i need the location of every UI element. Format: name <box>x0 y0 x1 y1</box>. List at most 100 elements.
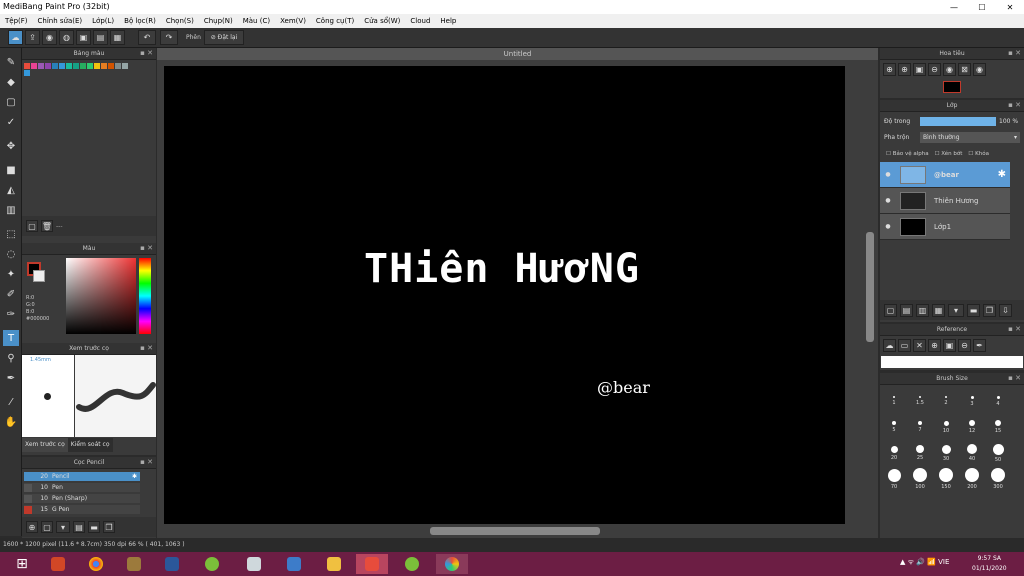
menu-help[interactable]: Help <box>435 17 461 25</box>
palette-swatch[interactable] <box>108 63 114 69</box>
hue-slider[interactable] <box>139 258 151 334</box>
document-tab[interactable]: Untitled <box>157 48 878 60</box>
close-icon[interactable]: ▪ ✕ <box>140 344 153 352</box>
new-halftone-layer-icon[interactable]: ▤ <box>900 303 913 317</box>
merge-layer-icon[interactable]: ⇩ <box>999 303 1012 317</box>
layer-row[interactable]: ● Lớp1 <box>880 214 1010 240</box>
menu-view[interactable]: Xem(V) <box>275 17 311 25</box>
brush-item[interactable]: 15 G Pen <box>24 505 140 514</box>
taskbar-app[interactable] <box>118 554 150 574</box>
tab-brush-preview[interactable]: Xem trước cọ <box>22 438 68 452</box>
palette-swatch[interactable] <box>80 63 86 69</box>
new-brush-icon[interactable]: ▢ <box>41 521 53 533</box>
text-tool-icon[interactable]: T <box>3 330 19 346</box>
eyedropper-icon[interactable]: ✒ <box>3 370 19 386</box>
new-8bit-layer-icon[interactable]: ▥ <box>916 303 929 317</box>
zoom-in-icon[interactable]: ⊕ <box>883 63 896 76</box>
brush-size-cell[interactable]: 4 <box>986 389 1010 413</box>
export-icon[interactable]: ▤ <box>93 30 108 45</box>
brush-tool-icon[interactable]: ✎ <box>3 54 19 70</box>
menu-select[interactable]: Chọn(S) <box>161 17 199 25</box>
add-brush-icon[interactable]: ⊕ <box>26 521 38 533</box>
brush-item[interactable]: 20 Pencil ✱ <box>24 472 140 481</box>
brush-size-cell[interactable]: 5 <box>882 415 906 439</box>
close-icon[interactable]: ▪ ✕ <box>1008 325 1021 333</box>
layer-menu-icon[interactable]: ▾ <box>948 303 964 317</box>
ref-zoom-in-icon[interactable]: ⊕ <box>928 339 941 352</box>
brush-file-icon[interactable]: ▤ <box>73 521 85 533</box>
bucket-tool-icon[interactable]: ◭ <box>3 182 19 198</box>
navigator-thumbnail[interactable] <box>943 81 961 93</box>
vertical-scroll-thumb[interactable] <box>866 232 874 342</box>
brush-copy-icon[interactable]: ❐ <box>103 521 115 533</box>
menu-filter[interactable]: Bộ lọc(R) <box>119 17 161 25</box>
menu-color[interactable]: Màu (C) <box>238 17 275 25</box>
brush-size-cell[interactable]: 2 <box>934 389 958 413</box>
new-layer-icon[interactable]: ▢ <box>884 303 897 317</box>
menu-window[interactable]: Cửa sổ(W) <box>359 17 405 25</box>
gradient-tool-icon[interactable]: ▥ <box>3 202 19 218</box>
taskbar-medibang-2[interactable] <box>396 554 428 574</box>
taskbar-powerpoint[interactable] <box>42 554 74 574</box>
rotate-left-icon[interactable]: ◉ <box>943 63 956 76</box>
eraser-tool-icon[interactable]: ◆ <box>3 74 19 90</box>
duplicate-layer-icon[interactable]: ❐ <box>983 303 996 317</box>
palette-swatch[interactable] <box>24 63 30 69</box>
brush-size-cell[interactable]: 50 <box>986 441 1010 465</box>
minimize-button[interactable]: — <box>940 0 968 14</box>
brush-size-cell[interactable]: 15 <box>986 415 1010 439</box>
taskbar-word[interactable] <box>156 554 188 574</box>
chat-icon[interactable]: ◉ <box>42 30 57 45</box>
palette-swatch[interactable] <box>94 63 100 69</box>
layer-row[interactable]: ● Thiên Hương <box>880 188 1010 214</box>
pen-tool-icon[interactable]: ✓ <box>3 114 19 130</box>
delete-palette-icon[interactable]: 🗑 <box>41 220 53 232</box>
palette-swatch[interactable] <box>31 63 37 69</box>
brush-folder-icon[interactable]: ▬ <box>88 521 100 533</box>
cloud-reference-icon[interactable]: ☁ <box>883 339 896 352</box>
palette-swatch[interactable] <box>101 63 107 69</box>
taskbar-network[interactable] <box>278 554 310 574</box>
taskbar-calculator[interactable] <box>238 554 270 574</box>
brush-size-cell[interactable]: 300 <box>986 467 1010 491</box>
new-1bit-layer-icon[interactable]: ▦ <box>932 303 945 317</box>
eye-icon[interactable]: ● <box>880 223 896 230</box>
operation-tool-icon[interactable]: ⚲ <box>3 350 19 366</box>
zoom-out-icon[interactable]: ⊖ <box>928 63 941 76</box>
palette-swatch[interactable] <box>24 70 30 76</box>
taskbar-medibang-1[interactable] <box>196 554 228 574</box>
divide-tool-icon[interactable]: ⁄ <box>3 394 19 410</box>
taskbar-snipping[interactable] <box>356 554 388 574</box>
brush-size-cell[interactable]: 70 <box>882 467 906 491</box>
grid-icon[interactable]: ▦ <box>110 30 125 45</box>
menu-edit[interactable]: Chỉnh sửa(E) <box>33 17 88 25</box>
alpha-protect-check[interactable]: ☐ Bảo vệ alpha <box>886 151 929 157</box>
hand-tool-icon[interactable]: ✋ <box>3 414 19 430</box>
maximize-button[interactable]: ☐ <box>968 0 996 14</box>
eye-icon[interactable]: ● <box>880 171 896 178</box>
menu-cloud[interactable]: Cloud <box>405 17 435 25</box>
actual-size-icon[interactable]: ⊠ <box>958 63 971 76</box>
brush-size-cell[interactable]: 1.5 <box>908 389 932 413</box>
palette-swatch[interactable] <box>59 63 65 69</box>
lasso-icon[interactable]: ◌ <box>3 246 19 262</box>
select-eraser-icon[interactable]: ✑ <box>3 306 19 322</box>
palette-swatch[interactable] <box>66 63 72 69</box>
gear-icon[interactable]: ✱ <box>132 473 137 480</box>
brush-size-cell[interactable]: 25 <box>908 441 932 465</box>
gear-icon[interactable]: ✱ <box>998 169 1006 180</box>
palette-swatch[interactable] <box>38 63 44 69</box>
cloud-icon[interactable]: ☁ <box>8 30 23 45</box>
brush-size-cell[interactable]: 200 <box>960 467 984 491</box>
close-icon[interactable]: ▪ ✕ <box>140 244 153 252</box>
palette-swatch[interactable] <box>122 63 128 69</box>
start-button[interactable]: ⊞ <box>6 554 38 574</box>
palette-swatch[interactable] <box>52 63 58 69</box>
brush-size-cell[interactable]: 100 <box>908 467 932 491</box>
brush-item[interactable]: 10 Pen <box>24 483 140 492</box>
palette-swatch[interactable] <box>87 63 93 69</box>
taskbar-chrome[interactable] <box>80 554 112 574</box>
close-icon[interactable]: ▪ ✕ <box>1008 374 1021 382</box>
close-button[interactable]: ✕ <box>996 0 1024 14</box>
redo-icon[interactable]: ↷ <box>160 30 178 45</box>
